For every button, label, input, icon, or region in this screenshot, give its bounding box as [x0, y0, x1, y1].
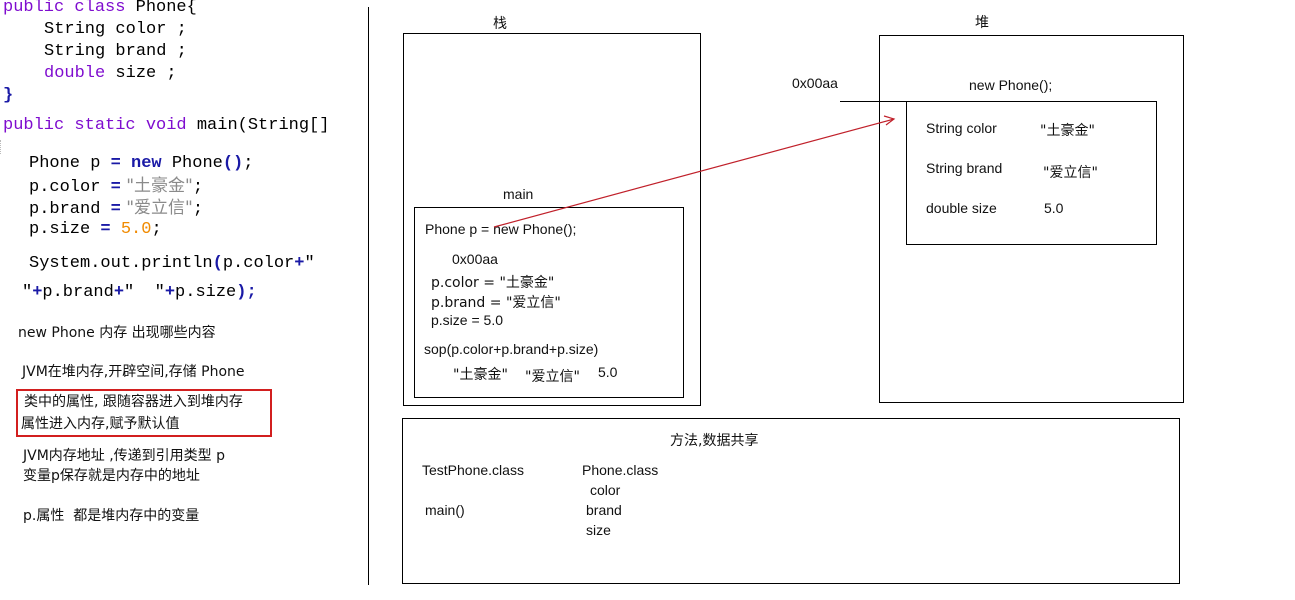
arrow-shaft — [493, 118, 895, 228]
reference-arrow — [493, 115, 896, 228]
